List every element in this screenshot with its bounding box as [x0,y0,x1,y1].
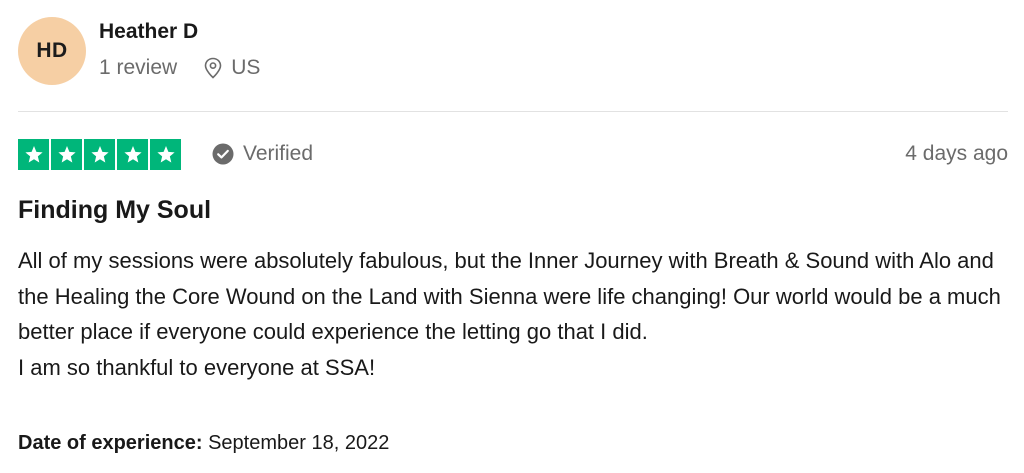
review-title[interactable]: Finding My Soul [18,196,211,225]
reviewer-meta: 1 review US [99,56,260,80]
review-card: HD Heather D 1 review US Verified 4 days… [0,0,1024,473]
avatar[interactable]: HD [18,17,86,85]
star-1 [18,139,49,170]
star-rating [18,139,181,170]
avatar-initials: HD [36,39,68,62]
review-date: 4 days ago [905,142,1008,165]
review-text: All of my sessions were absolutely fabul… [18,248,1001,344]
date-of-experience: Date of experience: September 18, 2022 [18,432,389,455]
experience-label: Date of experience: [18,432,203,454]
star-2 [51,139,82,170]
star-icon [24,145,43,163]
location-label: US [231,56,261,79]
star-icon [123,145,142,163]
review-text-closing: I am so thankful to everyone at SSA! [18,354,376,380]
review-body: All of my sessions were absolutely fabul… [18,243,1008,385]
verified-label: Verified [243,142,314,165]
star-3 [84,139,115,170]
star-icon [57,145,76,163]
check-circle-icon [212,143,234,165]
verified-badge[interactable]: Verified [212,142,313,166]
star-4 [117,139,148,170]
divider [18,111,1008,112]
star-icon [90,145,109,163]
reviewer-name[interactable]: Heather D [99,20,198,44]
review-count: 1 review [99,56,178,79]
experience-date: September 18, 2022 [208,432,390,454]
reviewer-location: US [203,56,260,80]
star-5 [150,139,181,170]
star-icon [156,145,175,163]
location-pin-icon [204,57,222,79]
